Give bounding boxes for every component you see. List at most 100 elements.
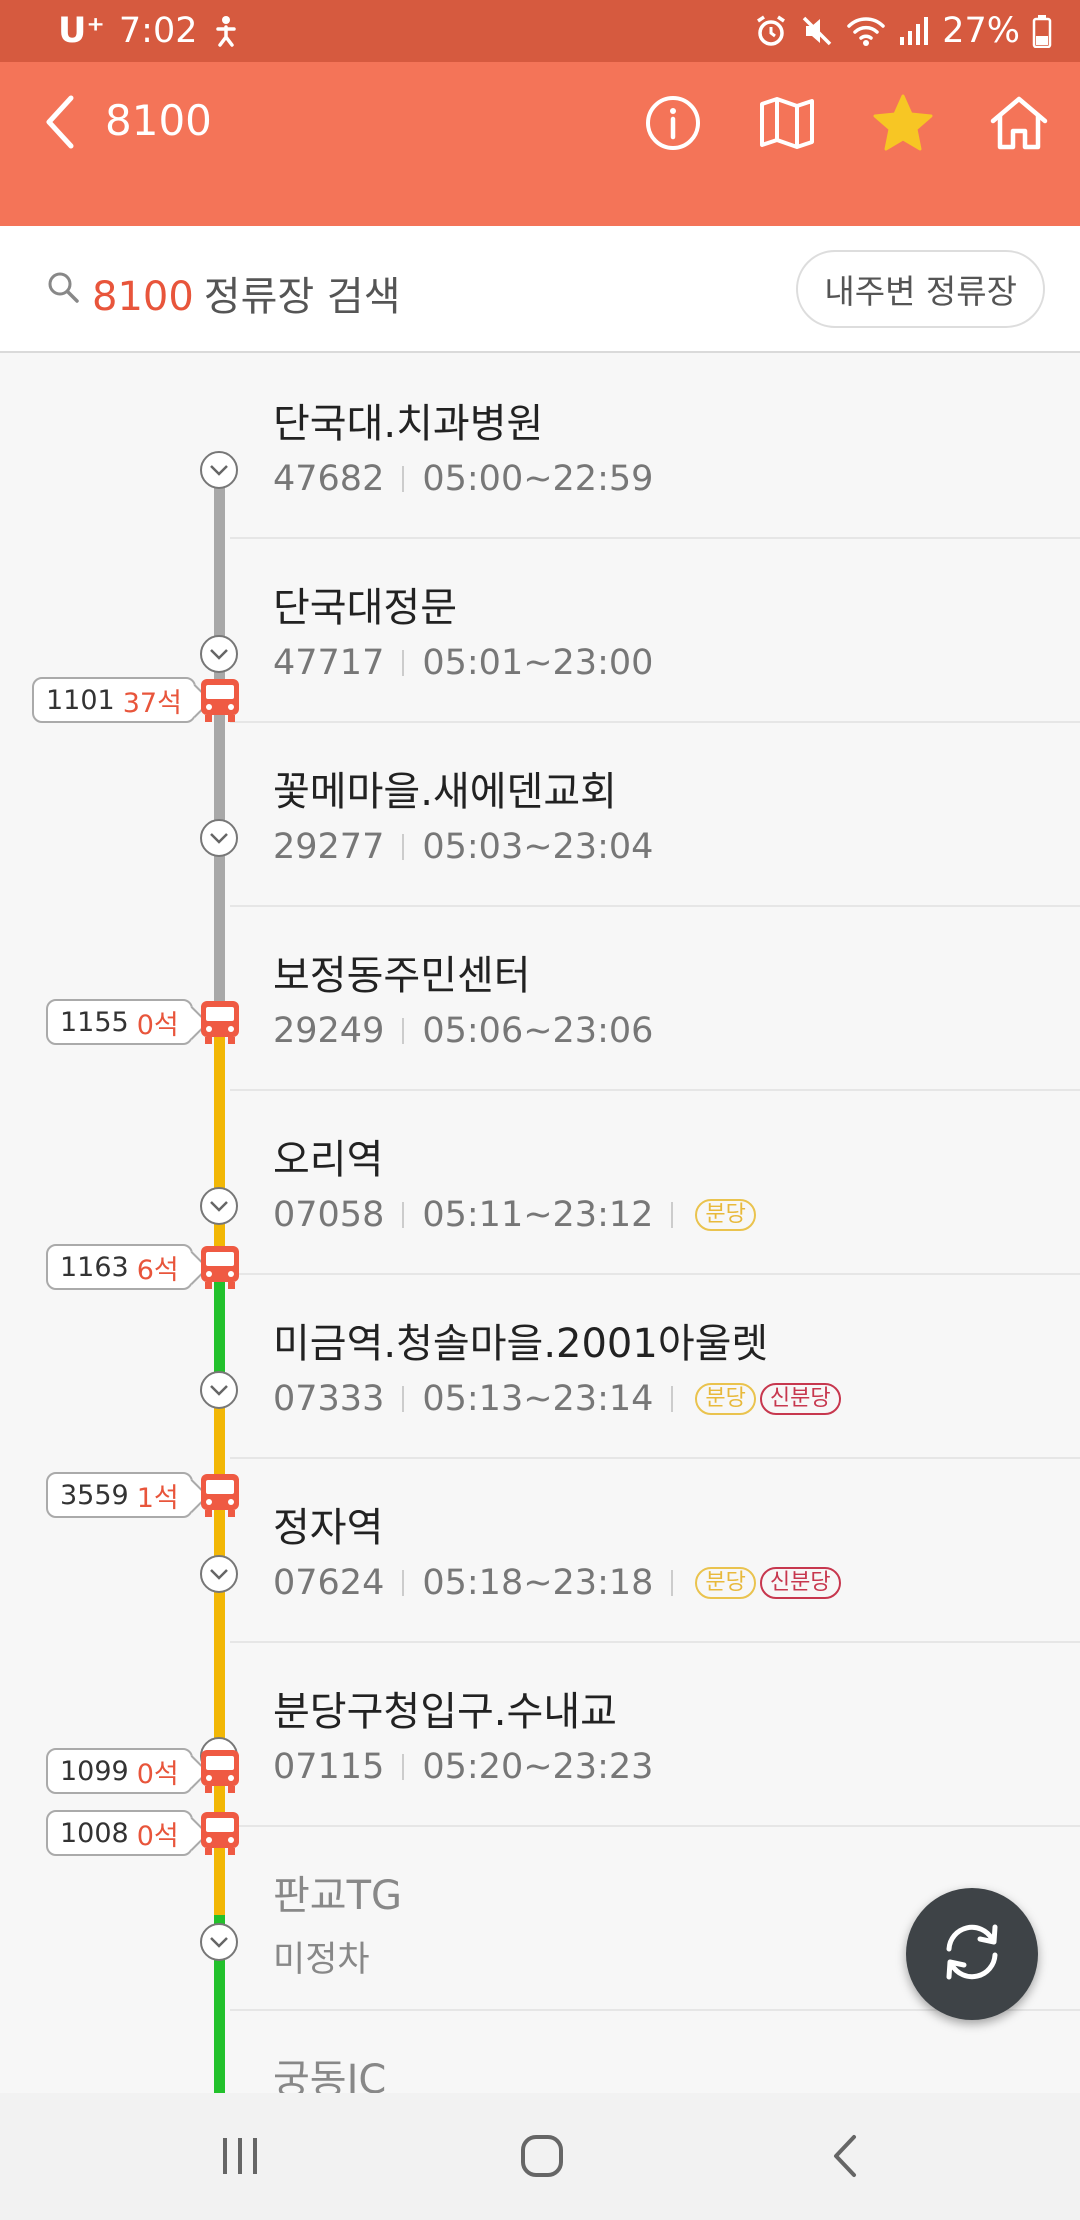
- stop-hours: 05:01~23:00: [422, 643, 654, 683]
- bus-label[interactable]: 1163 6석: [46, 1244, 193, 1290]
- bus-label[interactable]: 1099 0석: [46, 1748, 193, 1794]
- home-nav-button[interactable]: [507, 2123, 577, 2193]
- map-button[interactable]: [752, 90, 822, 160]
- map-icon: [758, 94, 816, 156]
- recent-apps-button[interactable]: [205, 2123, 275, 2193]
- back-nav-button[interactable]: [810, 2123, 880, 2193]
- stop-hours: 05:18~23:18: [422, 1563, 654, 1603]
- home-icon: [988, 94, 1050, 156]
- stop-meta: 07058 05:11~23:12 분당: [273, 1195, 756, 1235]
- bus-icon[interactable]: [199, 1748, 241, 1794]
- stop-name: 분당구청입구.수내교: [273, 1689, 617, 1735]
- bus-seats: 0석: [136, 1820, 179, 1852]
- bus-plate: 3559: [60, 1479, 129, 1511]
- stop-meta: 07115 05:20~23:23: [273, 1747, 653, 1787]
- bus-plate: 1101: [46, 684, 115, 716]
- system-nav-bar: [0, 2093, 1080, 2220]
- bus-icon[interactable]: [199, 677, 241, 723]
- battery-icon: [1032, 14, 1052, 48]
- bus-label[interactable]: 1155 0석: [46, 999, 193, 1045]
- stop-hours: 05:13~23:14: [422, 1379, 654, 1419]
- stop-list[interactable]: 단국대.치과병원 47682 05:00~22:59 단국대정문 47717 05:…: [0, 355, 1080, 2093]
- stop-name: 오리역: [273, 1137, 384, 1183]
- stop-item[interactable]: 꽃메마을.새에덴교회 29277 05:03~23:04: [0, 723, 1080, 907]
- bus-icon[interactable]: [199, 1810, 241, 1856]
- chevron-down-icon[interactable]: [200, 451, 238, 489]
- back-button[interactable]: [28, 92, 92, 156]
- stop-item[interactable]: 단국대.치과병원 47682 05:00~22:59: [0, 355, 1080, 539]
- stop-id: 07333: [273, 1379, 385, 1419]
- subway-line-badge: 신분당: [759, 1567, 841, 1599]
- subway-line-badge: 분당: [695, 1383, 756, 1415]
- stop-name: 정자역: [273, 1505, 384, 1551]
- stop-meta: 47682 05:00~22:59: [273, 459, 653, 499]
- stop-meta: 47717 05:01~23:00: [273, 643, 653, 683]
- refresh-icon: [937, 1921, 1007, 1987]
- home-button[interactable]: [984, 90, 1054, 160]
- bus-label[interactable]: 1101 37석: [32, 677, 196, 723]
- search-bar: 8100 정류장 검색 내주변 정류장: [0, 226, 1080, 353]
- subway-line-badge: 분당: [695, 1567, 756, 1599]
- stop-id: 47682: [273, 459, 385, 499]
- mute-icon: [800, 14, 834, 48]
- signal-icon: [898, 15, 930, 47]
- stop-name: 궁동IC: [273, 2057, 387, 2093]
- nearby-stops-button[interactable]: 내주변 정류장: [796, 250, 1045, 328]
- bus-label[interactable]: 3559 1석: [46, 1472, 193, 1518]
- bus-label[interactable]: 1008 0석: [46, 1810, 193, 1856]
- chevron-down-icon[interactable]: [200, 1187, 238, 1225]
- bus-seats: 1석: [136, 1482, 179, 1514]
- app-bar: 8100: [0, 62, 1080, 226]
- divider: [402, 1018, 405, 1044]
- chevron-down-icon[interactable]: [200, 1371, 238, 1409]
- battery-percent: 27%: [942, 11, 1020, 51]
- stop-name: 꽃메마을.새에덴교회: [273, 769, 617, 815]
- divider: [671, 1386, 674, 1412]
- stop-id: 29277: [273, 827, 385, 867]
- bus-icon[interactable]: [199, 1244, 241, 1290]
- stop-name: 단국대정문: [273, 585, 457, 631]
- alarm-icon: [754, 14, 788, 48]
- bus-plate: 1155: [60, 1006, 129, 1038]
- stop-item[interactable]: 분당구청입구.수내교 07115 05:20~23:23: [0, 1643, 1080, 1827]
- back-nav-icon: [831, 2133, 859, 2183]
- search-route-number: 8100: [92, 274, 194, 320]
- search-label: 정류장 검색: [203, 274, 401, 320]
- divider: [402, 834, 405, 860]
- stop-search-input[interactable]: 8100 정류장 검색: [92, 264, 401, 322]
- recent-apps-icon: [219, 2136, 261, 2180]
- stop-status: 미정차: [273, 1940, 370, 1980]
- stop-meta: 07333 05:13~23:14 분당 신분당: [273, 1379, 841, 1419]
- divider: [671, 1570, 674, 1596]
- stop-meta: 29249 05:06~23:06: [273, 1011, 653, 1051]
- stop-item[interactable]: 궁동IC: [0, 2011, 1080, 2093]
- stop-meta: 29277 05:03~23:04: [273, 827, 653, 867]
- home-circle-icon: [519, 2133, 565, 2183]
- stop-hours: 05:20~23:23: [422, 1747, 654, 1787]
- stop-hours: 05:00~22:59: [422, 459, 654, 499]
- subway-line-badge: 분당: [695, 1199, 756, 1231]
- stop-name: 단국대.치과병원: [273, 401, 544, 447]
- chevron-down-icon[interactable]: [200, 1555, 238, 1593]
- info-icon: [644, 94, 702, 156]
- stop-item[interactable]: 미금역.청솔마을.2001아울렛 07333 05:13~23:14 분당 신분당: [0, 1275, 1080, 1459]
- star-icon: [872, 93, 934, 157]
- refresh-button[interactable]: [906, 1888, 1038, 2020]
- stop-id: 07058: [273, 1195, 385, 1235]
- chevron-down-icon[interactable]: [200, 635, 238, 673]
- status-bar: U⁺ 7:02 27%: [0, 0, 1080, 62]
- bus-icon[interactable]: [199, 1472, 241, 1518]
- stop-id: 29249: [273, 1011, 385, 1051]
- chevron-down-icon[interactable]: [200, 819, 238, 857]
- search-icon: [46, 270, 80, 308]
- chevron-down-icon[interactable]: [200, 1923, 238, 1961]
- bus-plate: 1163: [60, 1251, 129, 1283]
- stop-hours: 05:06~23:06: [422, 1011, 654, 1051]
- bus-plate: 1099: [60, 1755, 129, 1787]
- info-button[interactable]: [638, 90, 708, 160]
- stop-id: 07115: [273, 1747, 385, 1787]
- favorite-button[interactable]: [868, 90, 938, 160]
- stop-name: 판교TG: [273, 1873, 403, 1919]
- bus-icon[interactable]: [199, 999, 241, 1045]
- stop-name: 보정동주민센터: [273, 953, 531, 999]
